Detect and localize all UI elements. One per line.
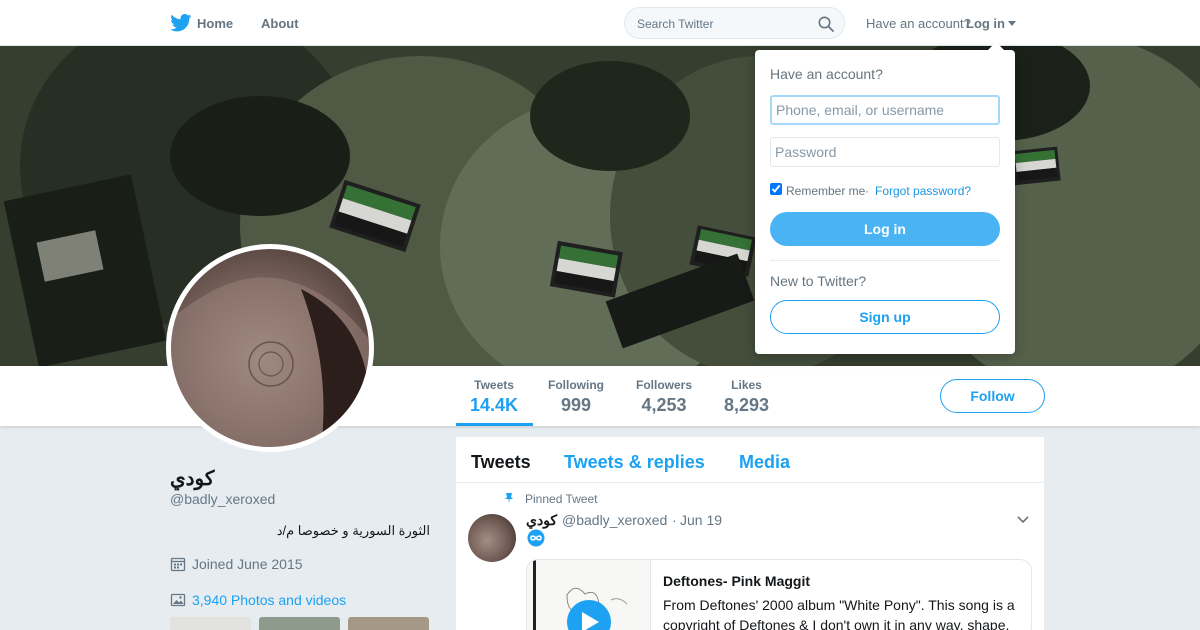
new-to-twitter-text: New to Twitter? [770,273,867,289]
image-icon [170,593,186,607]
tweet-date[interactable]: Jun 19 [680,512,722,528]
remember-me-checkbox[interactable] [770,183,782,195]
signup-button[interactable]: Sign up [770,300,1000,334]
stat-label: Tweets [474,378,514,392]
stat-likes[interactable]: Likes 8,293 [724,378,769,416]
tab-tweets-replies[interactable]: Tweets & replies [564,452,705,473]
chevron-down-icon[interactable] [1017,515,1029,525]
stat-following[interactable]: Following 999 [548,378,604,416]
password-field[interactable] [770,137,1000,167]
media-thumbnail[interactable] [259,617,340,630]
stat-value: 999 [560,395,592,415]
tab-tweets[interactable]: Tweets [471,452,531,473]
stat-label: Followers [636,378,693,392]
have-account-text: Have an account? [866,16,971,31]
remember-me-label[interactable]: Remember me [786,184,865,198]
timeline: Tweets Tweets & replies Media Pinned Twe… [456,437,1044,630]
stat-value: 8,293 [724,395,770,415]
username-field[interactable] [770,95,1000,125]
card-description: From Deftones' 2000 album "White Pony". … [663,597,1015,630]
pin-icon [505,493,513,504]
media-thumbnail[interactable] [170,617,251,630]
stat-label: Following [548,378,604,392]
stat-value: 4,253 [641,395,687,415]
pinned-label: Pinned Tweet [525,492,598,506]
login-link[interactable]: Log in [966,16,1005,31]
card-title[interactable]: Deftones- Pink Maggit [663,573,810,589]
stat-tweets[interactable]: Tweets 14.4K [470,378,518,416]
dropdown-title: Have an account? [770,66,883,82]
login-dropdown: Have an account? Remember me · Forgot pa… [755,42,1015,354]
divider [770,260,1000,261]
card-image [533,560,628,630]
stat-followers[interactable]: Followers 4,253 [636,378,692,416]
media-thumbnail[interactable] [348,617,429,630]
profile-avatar[interactable] [166,244,374,452]
card-thumbnail [527,560,651,630]
photos-link[interactable]: 3,940 Photos and videos [170,592,346,608]
avatar-image [171,277,369,447]
profile-handle: @badly_xeroxed [170,491,276,507]
separator-dot: · [865,184,869,198]
tab-media[interactable]: Media [739,452,790,473]
tweet-author-name[interactable]: كودي [526,512,557,529]
caret-down-icon[interactable] [1008,21,1016,26]
tweet-author-handle[interactable]: @badly_xeroxed [562,512,667,528]
search-icon[interactable] [818,16,834,32]
search-box [624,7,845,39]
top-nav: Home About Have an account? Log in [0,0,1200,46]
tweet-avatar[interactable] [468,514,516,562]
stat-value: 14.4K [470,395,519,415]
search-input[interactable] [637,15,812,33]
link-card[interactable]: Deftones- Pink Maggit From Deftones' 200… [526,559,1032,630]
photos-text[interactable]: 3,940 Photos and videos [192,592,346,608]
nav-about-link[interactable]: About [261,16,299,31]
infinity-icon [527,529,545,547]
timeline-tabs: Tweets Tweets & replies Media [456,437,1044,483]
joined-text: Joined June 2015 [192,556,303,572]
twitter-bird-icon[interactable] [170,14,192,32]
forgot-password-link[interactable]: Forgot password? [875,184,971,198]
stat-label: Likes [731,378,762,392]
follow-button[interactable]: Follow [940,379,1045,413]
joined-date: Joined June 2015 [170,556,303,572]
profile-name: كودي [170,468,215,490]
login-button[interactable]: Log in [770,212,1000,246]
calendar-icon [170,557,186,572]
nav-home-link[interactable]: Home [197,16,233,31]
active-stat-underline [456,423,533,426]
profile-bio: الثورة السورية و خصوصا م/د [276,523,430,538]
tweet-separator: · [672,512,677,528]
